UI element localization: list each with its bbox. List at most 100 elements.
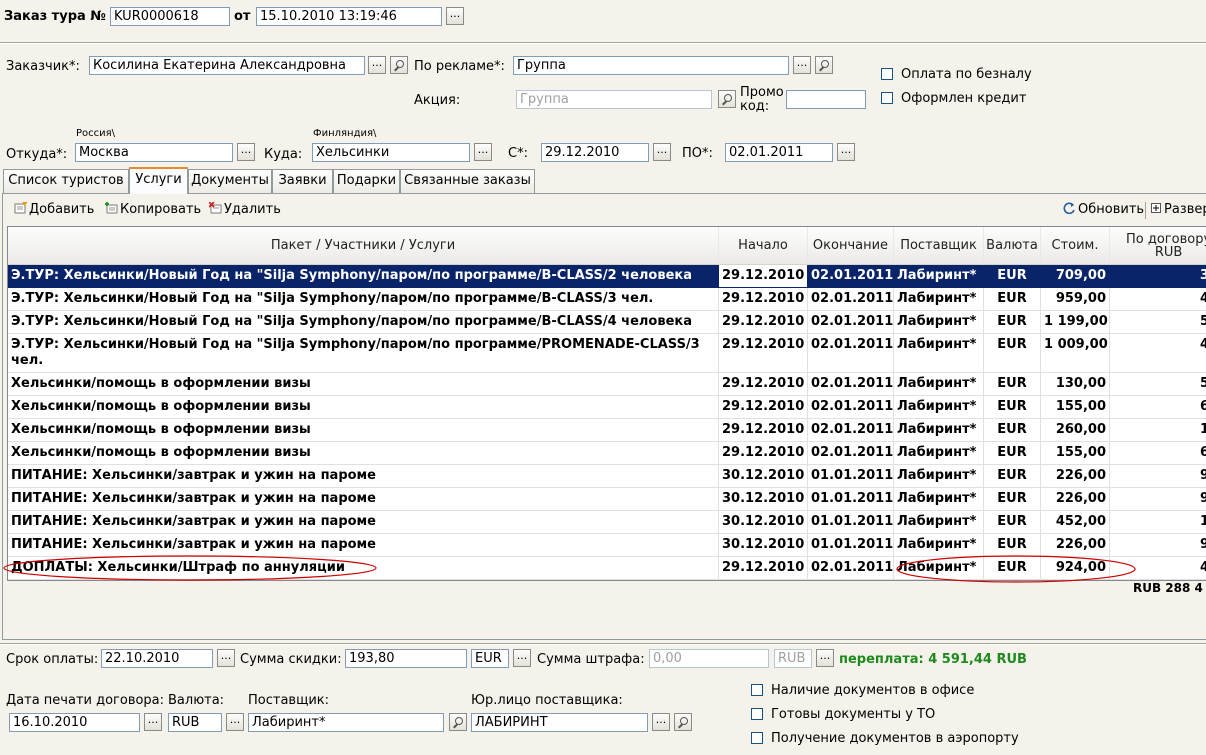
col-header-contract[interactable]: По договору RUB	[1110, 227, 1206, 265]
col-header-supplier[interactable]: Поставщик	[894, 227, 984, 265]
due-date-picker-button[interactable]: ...	[217, 649, 235, 667]
discount-input[interactable]: 193,80	[345, 649, 467, 668]
to-input[interactable]: Хельсинки	[312, 143, 470, 162]
cell-currency: EUR	[984, 311, 1041, 334]
customer-select-button[interactable]: ...	[368, 56, 386, 74]
customer-input[interactable]: Косилина Екатерина Александровна	[89, 56, 365, 75]
discount-currency-input[interactable]: EUR	[471, 649, 509, 668]
cell-start: 29.12.2010	[719, 419, 808, 442]
credit-checkbox[interactable]	[881, 92, 893, 104]
contract-currency-button[interactable]: ...	[226, 713, 244, 731]
cashless-label: Оплата по безналу	[901, 67, 1032, 82]
table-row[interactable]: Хельсинки/помощь в оформлении визы 29.12.…	[8, 419, 1206, 442]
tab-related-orders[interactable]: Связанные заказы	[400, 169, 535, 193]
cell-start: 30.12.2010	[719, 488, 808, 511]
order-date-input[interactable]: 15.10.2010 13:19:46	[256, 7, 442, 26]
cell-cost: 709,00	[1041, 265, 1110, 288]
cell-end: 02.01.2011	[808, 311, 894, 334]
supplier-search-icon[interactable]	[449, 713, 467, 731]
start-date-label: С*:	[508, 146, 528, 161]
discount-label: Сумма скидки:	[240, 652, 342, 667]
cell-name: Хельсинки/помощь в оформлении визы	[8, 419, 719, 442]
cell-supplier: Лабиринт*	[894, 488, 984, 511]
docs-airport-checkbox[interactable]	[751, 732, 763, 744]
table-row[interactable]: Хельсинки/помощь в оформлении визы 29.12.…	[8, 373, 1206, 396]
discount-currency-button[interactable]: ...	[513, 649, 531, 667]
tab-services[interactable]: Услуги	[129, 167, 188, 194]
ad-label: По рекламе*:	[414, 59, 505, 74]
cashless-checkbox[interactable]	[881, 68, 893, 80]
cell-supplier: Лабиринт*	[894, 442, 984, 465]
legal-entity-search-icon[interactable]	[674, 713, 692, 731]
delete-button[interactable]: Удалить	[208, 201, 281, 217]
docs-office-checkbox[interactable]	[751, 684, 763, 696]
promo-input[interactable]: Группа	[516, 90, 712, 109]
table-row[interactable]: Э.ТУР: Хельсинки/Новый Год на "Silja Sym…	[8, 288, 1206, 311]
promo-search-icon[interactable]	[718, 90, 736, 108]
ad-select-button[interactable]: ...	[793, 56, 811, 74]
annotation-ellipse-amount	[896, 555, 1136, 583]
tab-gifts[interactable]: Подарки	[333, 169, 400, 193]
cell-cost: 452,00	[1041, 511, 1110, 534]
cell-start: 29.12.2010	[719, 442, 808, 465]
ad-search-icon[interactable]	[815, 56, 833, 74]
tab-requests[interactable]: Заявки	[272, 169, 333, 193]
legal-entity-label: Юр.лицо поставщика:	[471, 693, 623, 708]
cell-rub: 43 89	[1110, 334, 1206, 373]
start-date-picker-button[interactable]: ...	[653, 143, 671, 161]
col-header-end[interactable]: Окончание	[808, 227, 894, 265]
table-row[interactable]: ПИТАНИЕ: Хельсинки/завтрак и ужин на пар…	[8, 511, 1206, 534]
order-title-label: Заказ тура №	[4, 9, 106, 24]
cell-name: ПИТАНИЕ: Хельсинки/завтрак и ужин на пар…	[8, 511, 719, 534]
legal-entity-input[interactable]: ЛАБИРИНТ	[471, 713, 648, 732]
tab-documents[interactable]: Документы	[188, 169, 272, 193]
cell-name: Э.ТУР: Хельсинки/Новый Год на "Silja Sym…	[8, 334, 719, 373]
start-date-input[interactable]: 29.12.2010	[541, 143, 649, 162]
from-select-button[interactable]: ...	[237, 143, 255, 161]
cell-start: 29.12.2010	[719, 334, 808, 373]
table-row[interactable]: Хельсинки/помощь в оформлении визы 29.12.…	[8, 442, 1206, 465]
from-input[interactable]: Москва	[75, 143, 233, 162]
legal-entity-select-button[interactable]: ...	[652, 713, 670, 731]
refresh-button[interactable]: Обновить	[1063, 202, 1144, 217]
table-row[interactable]: ПИТАНИЕ: Хельсинки/завтрак и ужин на пар…	[8, 465, 1206, 488]
cell-end: 02.01.2011	[808, 265, 894, 288]
supplier-input[interactable]: Лабиринт*	[248, 713, 444, 732]
penalty-currency-button[interactable]: ...	[816, 649, 834, 667]
penalty-input[interactable]: 0,00	[649, 649, 769, 668]
due-date-input[interactable]: 22.10.2010	[101, 649, 213, 668]
table-row[interactable]: Э.ТУР: Хельсинки/Новый Год на "Silja Sym…	[8, 311, 1206, 334]
cell-supplier: Лабиринт*	[894, 311, 984, 334]
col-header-cost[interactable]: Стоим.	[1041, 227, 1110, 265]
table-row[interactable]: Э.ТУР: Хельсинки/Новый Год на "Silja Sym…	[8, 265, 1206, 288]
table-row[interactable]: ПИТАНИЕ: Хельсинки/завтрак и ужин на пар…	[8, 488, 1206, 511]
order-number-input[interactable]: KUR0000618	[110, 7, 230, 26]
col-header-currency[interactable]: Валюта	[984, 227, 1041, 265]
end-date-picker-button[interactable]: ...	[837, 143, 855, 161]
promo-code-label: Промо код:	[740, 85, 784, 114]
table-row[interactable]: Э.ТУР: Хельсинки/Новый Год на "Silja Sym…	[8, 334, 1206, 373]
cell-supplier: Лабиринт*	[894, 334, 984, 373]
copy-button[interactable]: Копировать	[105, 202, 201, 217]
cell-name: Хельсинки/помощь в оформлении визы	[8, 373, 719, 396]
col-header-package[interactable]: Пакет / Участники / Услуги	[8, 227, 719, 265]
to-select-button[interactable]: ...	[474, 143, 492, 161]
cell-supplier: Лабиринт*	[894, 511, 984, 534]
tab-tourists[interactable]: Список туристов	[3, 169, 129, 193]
end-date-input[interactable]: 02.01.2011	[725, 143, 833, 162]
penalty-currency-input[interactable]: RUB	[774, 649, 812, 668]
cell-start: 29.12.2010	[719, 311, 808, 334]
table-row[interactable]: Хельсинки/помощь в оформлении визы 29.12.…	[8, 396, 1206, 419]
contract-currency-input[interactable]: RUB	[168, 713, 222, 732]
expand-button[interactable]: Развер	[1151, 202, 1206, 217]
add-button[interactable]: Добавить	[14, 201, 94, 217]
ad-input[interactable]: Группа	[513, 56, 789, 75]
docs-ready-checkbox[interactable]	[751, 708, 763, 720]
print-date-picker-button[interactable]: ...	[144, 713, 162, 731]
customer-search-icon[interactable]	[390, 56, 408, 74]
print-date-input[interactable]: 16.10.2010	[9, 713, 140, 732]
col-header-start[interactable]: Начало	[719, 227, 808, 265]
promo-code-input[interactable]	[786, 90, 866, 109]
cell-supplier: Лабиринт*	[894, 465, 984, 488]
order-date-picker-button[interactable]: ...	[446, 7, 464, 25]
